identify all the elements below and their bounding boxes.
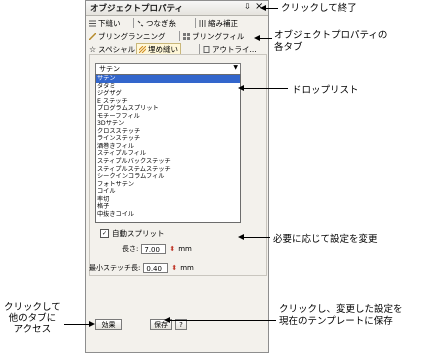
dropdown-item[interactable]: 酒巻きフィル bbox=[96, 143, 240, 151]
tab-pull-comp[interactable]: 縮み補正 bbox=[199, 18, 238, 29]
spinner-icon[interactable]: ⬍ bbox=[171, 264, 177, 272]
length-input[interactable]: 7.00 bbox=[141, 244, 167, 254]
tab-bling-run-label: ブリングランニング bbox=[98, 32, 166, 41]
arrow-line bbox=[166, 320, 276, 321]
tab-row-1: 下縫い つなぎ糸 縮み補正 bbox=[86, 17, 268, 30]
underlay-icon bbox=[89, 20, 96, 27]
stitch-type-dropdown: サテン タタミ ジグザグ E ステッチ プログラムスプリット モチーフフィル 3Dサテン クロ… bbox=[95, 74, 241, 223]
running-icon bbox=[89, 33, 96, 40]
tab-separator bbox=[179, 31, 180, 41]
star-icon: ☆ bbox=[89, 45, 97, 54]
effects-button[interactable]: 効果 bbox=[95, 319, 122, 330]
tab-separator bbox=[133, 18, 134, 28]
annotation-other-tabs: クリックして 他のタブに アクセス bbox=[4, 302, 61, 335]
min-stitch-label: 最小ステッチ長: bbox=[89, 264, 141, 272]
fill-stitch-icon bbox=[139, 46, 146, 53]
dropdown-item[interactable]: スティプルフィル bbox=[96, 150, 240, 158]
dropdown-item[interactable]: 率切 bbox=[96, 196, 240, 204]
length-label: 長さ: bbox=[122, 245, 139, 253]
tab-row-2: ブリングランニング ブリングフィル bbox=[86, 30, 268, 43]
tab-connector[interactable]: つなぎ糸 bbox=[137, 18, 176, 29]
annotation-dropdown: ドロップリスト bbox=[292, 85, 359, 96]
arrow-line bbox=[64, 324, 90, 325]
arrow-head bbox=[238, 85, 244, 91]
dropdown-item[interactable]: コイル bbox=[96, 188, 240, 196]
arrow-head bbox=[254, 35, 260, 41]
annotation-settings: 必要に応じて設定を変更 bbox=[273, 234, 378, 245]
dropdown-item[interactable]: シークインコラムフィル bbox=[96, 173, 240, 181]
min-stitch-field: 最小ステッチ長: 0.40 ⬍ mm bbox=[89, 263, 194, 273]
arrow-line bbox=[240, 237, 270, 238]
dropdown-item[interactable]: 3Dサテン bbox=[96, 120, 240, 128]
arrow-head bbox=[260, 5, 266, 11]
tab-separator bbox=[199, 44, 200, 54]
min-stitch-input[interactable]: 0.40 bbox=[143, 263, 169, 273]
auto-split-label: 自動スプリット bbox=[112, 229, 165, 238]
tab-separator bbox=[195, 18, 196, 28]
pull-comp-icon bbox=[199, 20, 206, 27]
combo-value: サテン bbox=[99, 65, 120, 73]
length-unit: mm bbox=[178, 245, 192, 253]
checkbox-icon[interactable]: ✓ bbox=[100, 229, 109, 238]
dropdown-item[interactable]: スティプルバックステッチ bbox=[96, 158, 240, 166]
panel-title: オブジェクトプロパティ bbox=[90, 4, 183, 14]
annotation-tabs: オブジェクトプロパティの 各タブ bbox=[274, 30, 388, 53]
tab-bling-fill-label: ブリングフィル bbox=[192, 32, 245, 41]
dropdown-item[interactable]: 格子 bbox=[96, 203, 240, 211]
tab-connector-label: つなぎ糸 bbox=[146, 19, 176, 28]
spinner-icon[interactable]: ⬍ bbox=[169, 245, 175, 253]
arrow-line bbox=[240, 88, 288, 89]
arrow-head bbox=[89, 321, 95, 327]
dropdown-item[interactable]: モチーフフィル bbox=[96, 113, 240, 121]
dropdown-item[interactable]: スティプルステムステッチ bbox=[96, 166, 240, 174]
outline-icon bbox=[203, 46, 210, 53]
fill-icon bbox=[183, 33, 190, 40]
annotation-close: クリックして終了 bbox=[281, 3, 357, 14]
arrow-head bbox=[238, 234, 244, 240]
panel-titlebar: オブジェクトプロパティ ⇩ × bbox=[86, 1, 268, 16]
arrow-head bbox=[164, 317, 170, 323]
length-field: 長さ: 7.00 ⬍ mm bbox=[122, 244, 192, 254]
chevron-down-icon[interactable]: ▼ bbox=[233, 64, 238, 71]
dropdown-item[interactable]: クロスステッチ bbox=[96, 128, 240, 136]
tab-pull-comp-label: 縮み補正 bbox=[208, 19, 238, 28]
tab-underlay[interactable]: 下縫い bbox=[89, 18, 121, 29]
dropdown-item[interactable]: ジグザグ bbox=[96, 90, 240, 98]
dropdown-item[interactable]: サテン bbox=[96, 75, 240, 83]
annotation-save: クリックし、変更した設定を 現在のテンプレートに保存 bbox=[279, 304, 403, 327]
dropdown-item[interactable]: ラインステッチ bbox=[96, 135, 240, 143]
min-stitch-unit: mm bbox=[180, 264, 194, 272]
dropdown-item[interactable]: 中抜きコイル bbox=[96, 211, 240, 219]
pin-icon[interactable]: ⇩ bbox=[244, 2, 251, 11]
tab-underlay-label: 下縫い bbox=[98, 19, 121, 28]
dropdown-item[interactable]: プログラムスプリット bbox=[96, 105, 240, 113]
auto-split-checkbox[interactable]: ✓ 自動スプリット bbox=[100, 228, 165, 239]
connector-icon bbox=[137, 20, 144, 27]
tab-bling-run[interactable]: ブリングランニング bbox=[89, 31, 166, 42]
dropdown-item[interactable]: タタミ bbox=[96, 83, 240, 91]
tab-bling-fill[interactable]: ブリングフィル bbox=[183, 31, 244, 42]
dropdown-item[interactable]: フォトサテン bbox=[96, 181, 240, 189]
